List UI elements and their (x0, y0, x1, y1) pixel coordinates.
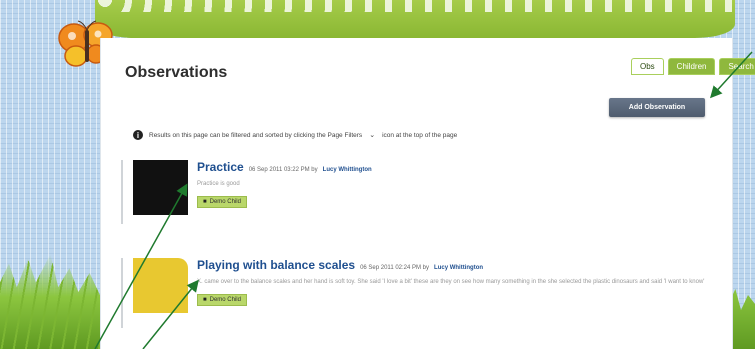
tab-search[interactable]: Search▼ (719, 58, 755, 75)
top-nav: Obs Children Search▼ (631, 58, 755, 75)
child-tag-label: Demo Child (209, 199, 241, 205)
observation-title-link[interactable]: Practice (197, 160, 244, 174)
header-banner (95, 0, 735, 38)
observation-header: Playing with balance scales 06 Sep 2011 … (197, 258, 707, 272)
observation-description: Practice is good (197, 181, 240, 187)
observation-thumbnail[interactable] (133, 258, 188, 313)
tag-icon: ■ (203, 297, 207, 303)
observation-description: X. came over to the balance scales and h… (197, 279, 705, 285)
child-tag[interactable]: ■ Demo Child (197, 294, 247, 306)
main-content-card: Obs Children Search▼ Observations Add Ob… (100, 38, 755, 349)
add-observation-button[interactable]: Add Observation (609, 98, 705, 117)
tab-children[interactable]: Children (667, 58, 716, 75)
observation-header: Practice 06 Sep 2011 03:22 PM by Lucy Wh… (197, 160, 707, 174)
observation-date: 06 Sep 2011 02:24 PM by (360, 265, 430, 271)
observation-body: Playing with balance scales 06 Sep 2011 … (197, 258, 707, 306)
child-tag-label: Demo Child (209, 297, 241, 303)
info-icon: i (133, 130, 143, 140)
grass-decoration-left (0, 254, 112, 349)
chevron-down-icon: ⌄ (369, 132, 376, 139)
observation-item: Playing with balance scales 06 Sep 2011 … (121, 258, 721, 328)
tag-icon: ■ (203, 199, 207, 205)
observation-body: Practice 06 Sep 2011 03:22 PM by Lucy Wh… (197, 160, 707, 208)
tab-obs[interactable]: Obs (631, 58, 664, 75)
observation-date: 06 Sep 2011 03:22 PM by (248, 167, 318, 173)
observation-thumbnail[interactable] (133, 160, 188, 215)
observation-author-link[interactable]: Lucy Whittington (323, 167, 372, 173)
info-text-before: Results on this page can be filtered and… (149, 131, 363, 139)
info-text-after: icon at the top of the page (382, 131, 458, 139)
observation-item: Practice 06 Sep 2011 03:22 PM by Lucy Wh… (121, 160, 721, 224)
observation-title-link[interactable]: Playing with balance scales (197, 258, 355, 272)
filter-info-row: i Results on this page can be filtered a… (133, 130, 457, 140)
page-title: Observations (125, 64, 228, 81)
observation-author-link[interactable]: Lucy Whittington (434, 265, 483, 271)
tab-search-label: Search (728, 62, 754, 71)
child-tag[interactable]: ■ Demo Child (197, 196, 247, 208)
